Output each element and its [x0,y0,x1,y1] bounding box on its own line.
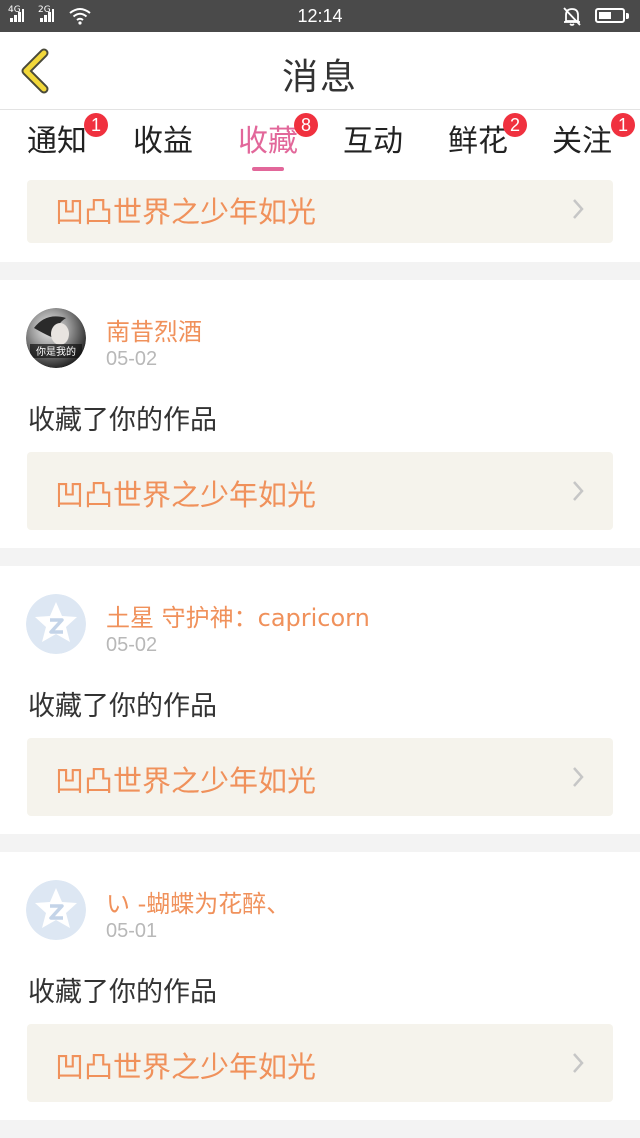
status-bar: 4G 2G 12:14 [0,0,640,32]
unread-badge: 1 [611,113,635,137]
tab-label: 通知 [27,124,87,159]
work-link[interactable]: 凹凸世界之少年如光 [27,1024,613,1102]
chevron-right-icon [573,767,584,787]
work-link[interactable]: 凹凸世界之少年如光 [27,452,613,530]
clock: 12:14 [297,6,343,26]
work-title: 凹凸世界之少年如光 [55,478,317,512]
tab-earnings[interactable]: 收益 [130,122,196,178]
default-star-avatar-icon[interactable] [26,594,86,654]
app-header: 消息 [0,32,640,110]
username[interactable]: 南昔烈酒 [106,312,202,347]
work-link[interactable]: 凹凸世界之少年如光 [27,738,613,816]
unread-badge: 8 [294,113,318,137]
tab-follows[interactable]: 关注 1 [549,113,635,178]
tab-interactions[interactable]: 互动 [340,122,406,178]
feed-card-partial: 凹凸世界之少年如光 [0,180,640,262]
username[interactable]: 土星 守护神：capricorn [106,598,370,633]
chevron-right-icon [573,481,584,501]
timestamp: 05-02 [106,634,158,656]
action-text: 收藏了你的作品 [28,691,217,722]
work-link[interactable]: 凹凸世界之少年如光 [27,180,613,243]
tab-label: 收藏 [238,124,298,159]
feed-card: い -蝴蝶为花醉、 05-01 收藏了你的作品 凹凸世界之少年如光 [0,852,640,1120]
tab-label: 关注 [552,124,612,159]
default-star-avatar-icon[interactable] [26,880,86,940]
tab-label: 鲜花 [448,124,508,159]
feed-card: 你是我的 南昔烈酒 05-02 收藏了你的作品 凹凸世界之少年如光 [0,280,640,548]
mute-bell-icon [563,7,581,26]
tab-flowers[interactable]: 鲜花 2 [445,113,527,178]
timestamp: 05-02 [106,348,158,370]
unread-badge: 1 [84,113,108,137]
tab-label: 收益 [133,124,193,159]
username[interactable]: い -蝴蝶为花醉、 [106,884,290,919]
action-text: 收藏了你的作品 [28,405,217,436]
timestamp: 05-01 [106,920,158,942]
tab-favorites[interactable]: 收藏 8 [235,113,318,178]
tab-label: 互动 [343,124,403,159]
active-tab-indicator [252,167,284,171]
battery-icon [595,8,629,23]
work-title: 凹凸世界之少年如光 [55,764,317,798]
page-title: 消息 [281,57,358,98]
chevron-right-icon [573,199,584,219]
tab-notifications[interactable]: 通知 1 [24,113,108,178]
feed-card: 土星 守护神：capricorn 05-02 收藏了你的作品 凹凸世界之少年如光 [0,566,640,834]
user-avatar[interactable]: 你是我的 [26,308,86,368]
work-title: 凹凸世界之少年如光 [55,195,317,229]
action-text: 收藏了你的作品 [28,977,217,1008]
avatar-caption: 你是我的 [36,345,76,358]
tab-bar: 通知 1 收益 收藏 8 互动 鲜花 2 关注 1 [0,110,640,180]
unread-badge: 2 [503,113,527,137]
work-title: 凹凸世界之少年如光 [55,1050,317,1084]
chevron-right-icon [573,1053,584,1073]
